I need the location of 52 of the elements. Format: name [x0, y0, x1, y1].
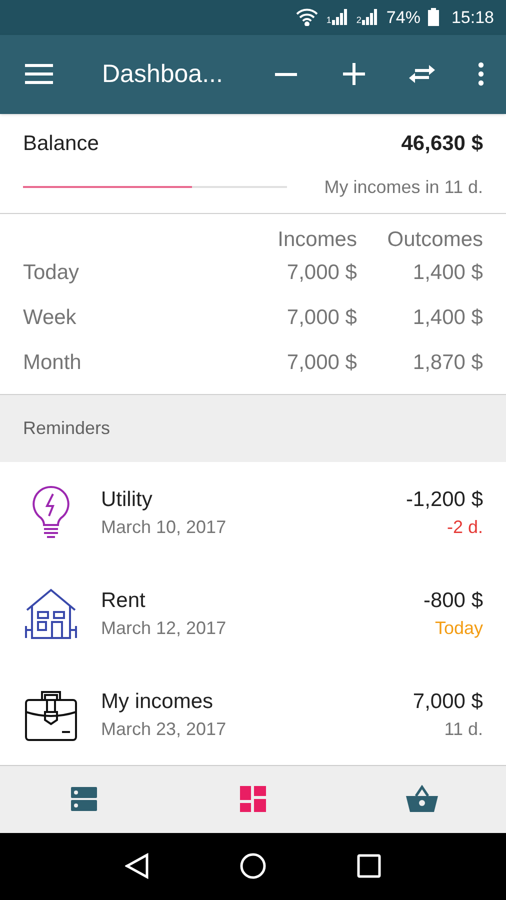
lightbulb-icon [31, 484, 71, 541]
balance-label: Balance [23, 131, 99, 158]
income-value: 7,000 $ [286, 260, 357, 286]
reminder-date: March 10, 2017 [101, 516, 226, 539]
reminder-name: Utility [101, 486, 154, 513]
swap-arrows-icon [409, 64, 435, 84]
wifi-icon [296, 8, 318, 26]
back-icon[interactable] [125, 853, 150, 880]
reminder-due: Today [434, 616, 483, 640]
battery-icon [428, 8, 440, 26]
column-header: Incomes [276, 226, 357, 253]
section-title: Reminders [23, 416, 110, 440]
reminder-name: Rent [101, 588, 146, 614]
reminder-item[interactable]: Rent March 12, 2017 -800 $ Today [0, 563, 506, 664]
minus-icon [275, 72, 297, 76]
income-value: 7,000 $ [286, 305, 357, 332]
reminder-date: March 12, 2017 [101, 616, 226, 640]
battery-percent: 74% [386, 6, 420, 29]
reminder-amount: -800 $ [423, 588, 483, 614]
outcome-value: 1,870 $ [412, 350, 483, 376]
sim-label: 1 [326, 16, 332, 26]
period-label: Month [23, 350, 82, 376]
dashboard-icon [240, 786, 266, 812]
sim-label: 2 [356, 16, 362, 26]
house-icon [24, 588, 78, 640]
reminder-due: -2 d. [446, 516, 483, 539]
clock: 15:18 [451, 6, 494, 29]
signal-icon [362, 9, 378, 26]
income-value: 7,000 $ [286, 350, 357, 376]
reminder-item[interactable]: My incomes March 23, 2017 7,000 $ 11 d. [0, 664, 506, 766]
plus-icon [343, 63, 365, 86]
reminder-amount: 7,000 $ [412, 688, 483, 715]
home-icon[interactable] [240, 853, 266, 880]
basket-icon [406, 785, 438, 814]
more-icon [478, 62, 484, 86]
column-header: Outcomes [386, 226, 483, 253]
outcome-value: 1,400 $ [412, 305, 483, 332]
signal-icon [332, 9, 348, 26]
menu-icon [25, 64, 53, 84]
list-icon [71, 786, 98, 812]
balance-amount: 46,630 $ [401, 131, 483, 158]
period-label: Week [23, 305, 78, 332]
reminder-due: 11 d. [444, 718, 483, 741]
reminder-item[interactable]: Utility March 10, 2017 -1,200 $ -2 d. [0, 462, 506, 564]
reminder-date: March 23, 2017 [101, 718, 226, 741]
balance-note: My incomes in 11 d. [324, 176, 483, 199]
reminder-amount: -1,200 $ [406, 486, 483, 513]
period-label: Today [23, 260, 80, 286]
recents-icon[interactable] [356, 854, 381, 878]
reminder-name: My incomes [101, 688, 214, 715]
outcome-value: 1,400 $ [412, 260, 483, 286]
toolbar-title: Dashboa... [102, 58, 224, 90]
